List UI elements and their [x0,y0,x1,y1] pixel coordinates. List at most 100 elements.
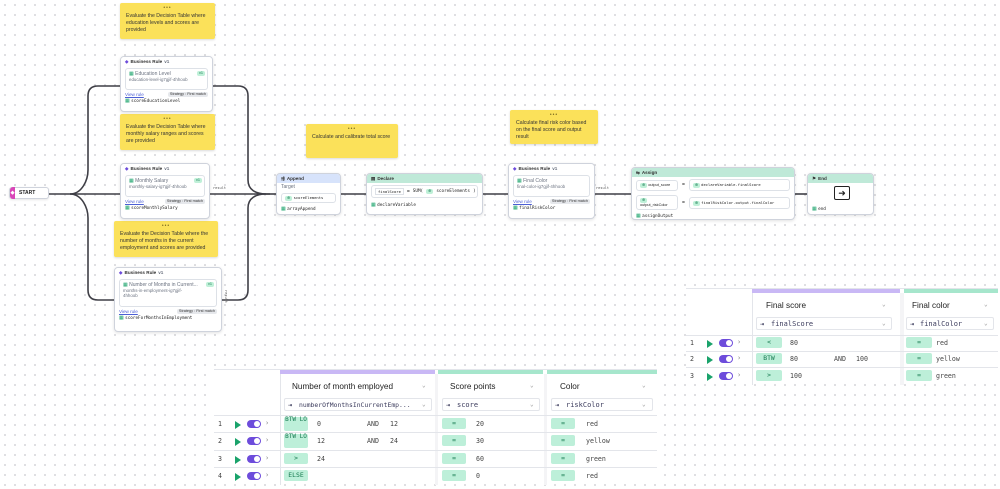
chevron-down-icon[interactable]: ⌄ [984,320,988,327]
column-header[interactable]: Color [560,382,580,391]
play-icon[interactable] [235,473,241,481]
chevron-right-icon[interactable]: › [737,371,741,379]
chevron-down-icon[interactable]: ⌄ [642,382,646,389]
cell-value[interactable]: red [936,339,948,347]
cell-value[interactable]: 30 [476,437,484,445]
drag-handle-icon[interactable]: ••• [162,223,170,230]
chevron-right-icon[interactable]: › [265,471,269,479]
row-toggle[interactable] [247,455,261,463]
row-toggle[interactable] [247,472,261,480]
business-rule-node[interactable]: ◆ Business Rule v1 ▦ Monthly Salary month… [120,163,210,219]
chevron-right-icon[interactable]: › [265,419,269,427]
view-rule-link[interactable]: View rule [513,199,532,204]
cell-value[interactable]: 12 [390,420,398,428]
assign-right[interactable]: ⊕ declareVariable.finalScore [688,179,790,191]
drag-handle-icon[interactable]: ••• [163,116,171,123]
column-header[interactable]: Score points [450,382,496,391]
drag-handle-icon[interactable]: ••• [163,5,171,12]
rule-card[interactable]: ▦ Monthly Salary monthly-salary-ig7gjif-… [125,175,205,197]
play-icon[interactable] [707,373,713,381]
cell-value[interactable]: 24 [317,455,325,463]
operator-badge[interactable]: = [906,353,932,364]
operator-badge[interactable]: = [442,470,466,481]
row-toggle[interactable] [247,437,261,445]
sticky-note[interactable]: ••• Evaluate the Decision Table where the… [114,221,218,257]
chevron-down-icon[interactable]: ⌄ [984,301,988,308]
start-node[interactable]: ◆ START [9,187,49,199]
view-rule-link[interactable]: View rule [125,92,144,97]
operator-badge[interactable]: = [551,453,575,464]
operator-badge[interactable]: = [442,453,466,464]
chevron-down-icon[interactable]: ⌄ [882,320,886,327]
assign-node[interactable]: ⇆ Assign ⊕ output_score = ⊕ declareVariab… [631,167,795,220]
rule-card[interactable]: ▦ Education Level education-level-ig7gji… [125,68,208,90]
end-node[interactable]: ⚑ End ➜ ▦ end [807,173,874,215]
cell-value[interactable]: 20 [476,420,484,428]
cell-value[interactable]: green [586,455,606,463]
cell-value[interactable]: 0 [317,420,321,428]
operator-badge[interactable]: = [551,470,575,481]
chevron-right-icon[interactable]: › [265,454,269,462]
column-header[interactable]: Final color [912,301,950,310]
drag-handle-icon[interactable]: ••• [550,112,558,119]
play-icon[interactable] [235,421,241,429]
cell-value[interactable]: 12 [317,437,325,445]
decision-table-final-color[interactable]: Final score ⌄ Final color ⌄ ⇥ finalScore… [686,288,998,385]
row-toggle[interactable] [719,355,733,363]
assign-right[interactable]: ⊕ finalRiskColor.output.finalColor [688,196,790,209]
operator-badge[interactable]: = [906,337,932,348]
row-toggle[interactable] [247,420,261,428]
chevron-right-icon[interactable]: › [265,436,269,444]
cell-value[interactable]: 100 [856,355,868,363]
append-node[interactable]: ⇶ Append Target ⊕ scoreElements ▦ arrayAp… [276,173,341,215]
sticky-note[interactable]: ••• Calculate final risk color based on t… [510,110,598,144]
chevron-down-icon[interactable]: ⌄ [422,401,426,408]
row-toggle[interactable] [719,372,733,380]
assign-left[interactable]: ⊕ output_score [636,179,678,191]
column-header[interactable]: Final score [766,301,806,310]
sticky-note[interactable]: ••• Evaluate the Decision Table where mon… [120,114,215,150]
assign-left[interactable]: ⊕ output_riskColor [636,195,678,210]
declare-node[interactable]: ▤ Declare finalScore = SUM( ⊕ scoreElemen… [366,173,483,215]
cell-value[interactable]: yellow [936,355,960,363]
rule-card[interactable]: ▦ Final Color final-color-ig7gjif-4hhoob [513,175,590,197]
row-toggle[interactable] [719,339,733,347]
operator-badge[interactable]: > [284,453,308,464]
view-rule-link[interactable]: View rule [125,199,144,204]
business-rule-node[interactable]: ◆ Business Rule v1 ▦ Number of Months in … [114,267,222,332]
sticky-note[interactable]: ••• Calculate and calibrate total score [306,124,398,158]
operator-badge[interactable]: = [551,418,575,429]
chevron-down-icon[interactable]: ⌄ [642,401,646,408]
operator-badge[interactable]: = [442,418,466,429]
declare-var[interactable]: finalScore [375,188,404,195]
play-icon[interactable] [235,438,241,446]
operator-badge[interactable]: = [906,370,932,381]
cell-value[interactable]: 0 [476,472,480,480]
cell-value[interactable]: red [586,472,598,480]
business-rule-node[interactable]: ◆ Business Rule v1 ▦ Final Color final-co… [508,163,595,219]
play-icon[interactable] [707,356,713,364]
cell-value[interactable]: yellow [586,437,610,445]
operator-badge[interactable]: ELSE [284,470,308,481]
target-field[interactable]: ⊕ scoreElements [281,193,336,203]
chevron-down-icon[interactable]: ⌄ [422,382,426,389]
operator-badge[interactable]: BTW LO [284,433,308,448]
operator-badge[interactable]: > [756,370,782,381]
operator-badge[interactable]: = [442,435,466,446]
cell-value[interactable]: red [586,420,598,428]
operator-badge[interactable]: BTW LO [284,416,308,431]
play-icon[interactable] [235,456,241,464]
cell-value[interactable]: 24 [390,437,398,445]
play-icon[interactable] [707,340,713,348]
cell-value[interactable]: 60 [476,455,484,463]
declare-expression[interactable]: finalScore = SUM( ⊕ scoreElements ) [371,185,478,198]
business-rule-node[interactable]: ◆ Business Rule v1 ▦ Education Level educ… [120,56,213,112]
column-header[interactable]: Number of month employed [292,382,393,391]
cell-value[interactable]: 80 [790,339,798,347]
decision-table-months-employed[interactable]: Number of month employed ⌄ Score points … [214,369,657,485]
view-rule-link[interactable]: View rule [119,309,138,314]
chevron-right-icon[interactable]: › [737,338,741,346]
cell-value[interactable]: 80 [790,355,798,363]
rule-card[interactable]: ▦ Number of Months in Current... months-… [119,279,217,307]
chevron-down-icon[interactable]: ⌄ [530,401,534,408]
